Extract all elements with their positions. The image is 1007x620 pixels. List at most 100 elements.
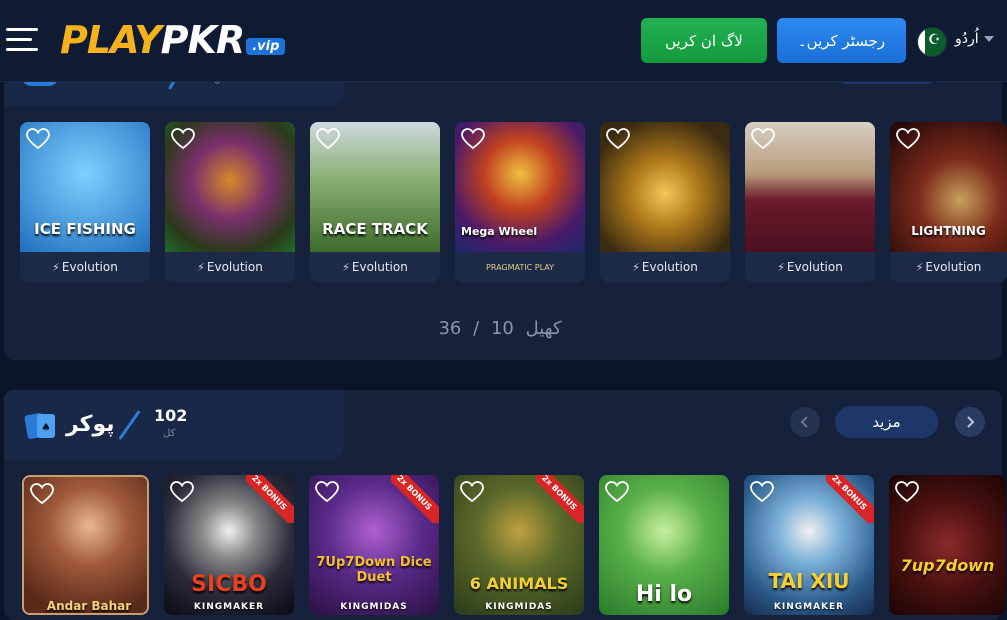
bonus-label: 2x BONUS [391,475,439,523]
next-button[interactable] [955,407,985,437]
heart-icon[interactable] [315,481,339,503]
provider-label: ⚡ Evolution [197,260,263,274]
language-selector[interactable]: اُردُو [955,31,979,47]
provider-label: PRAGMATIC PLAY [455,252,585,282]
game-card[interactable]: Hi lo [599,475,729,615]
provider-name: Evolution [925,260,982,274]
bonus-ribbon: 2x BONUS [246,475,294,523]
game-card[interactable]: ICE FISHING ⚡ Evolution [20,122,150,282]
game-card[interactable]: 2x BONUS TAI XIU KINGMAKER [744,475,874,615]
pager-separator: / [473,318,480,339]
game-thumbnail[interactable] [600,122,730,252]
bonus-label: 2x BONUS [826,475,874,523]
heart-icon[interactable] [750,481,774,503]
bonus-ribbon: 2x BONUS [391,475,439,523]
game-thumbnail[interactable]: 2x BONUS TAI XIU KINGMAKER [744,475,874,615]
menu-icon[interactable] [6,26,40,54]
game-thumbnail[interactable]: 2x BONUS SICBO KINGMAKER [164,475,294,615]
provider-name: Evolution [206,260,263,274]
game-title: Andar Bahar [46,599,132,613]
playing-cards-icon: ♠ [24,413,55,439]
pager-current: 10 [490,318,514,339]
brand-label: KINGMIDAS [340,602,408,612]
previous-button[interactable] [790,407,820,437]
game-title: SICBO [191,572,267,597]
game-card[interactable]: Andar Bahar [22,475,149,615]
heart-icon[interactable] [605,481,629,503]
game-card[interactable]: Mega Wheel PRAGMATIC PLAY [455,122,585,282]
game-title: LIGHTNING [911,224,986,238]
heart-icon[interactable] [895,481,919,503]
game-card[interactable]: RACE TRACK ⚡ Evolution [310,122,440,282]
game-title: TAI XIU [768,569,850,593]
game-title: RACE TRACK [322,220,428,238]
game-count: 102 [154,406,188,425]
brand-label: KINGMAKER [773,602,845,612]
heart-icon[interactable] [751,128,775,150]
site-logo[interactable]: PLAY PKR .vip [60,17,286,63]
logo-vip-badge: .vip [246,38,286,55]
provider-name: Evolution [351,260,408,274]
provider-label: ⚡ Evolution [777,260,843,274]
game-thumbnail[interactable]: 7up7down [889,475,1006,615]
game-title: 7up7down [900,556,995,575]
brand-label: KINGMIDAS [485,602,553,612]
pakistan-flag-icon[interactable]: ☪ [917,27,947,57]
heart-icon[interactable] [460,481,484,503]
provider-label: ⚡ Evolution [915,260,982,274]
heart-icon[interactable] [170,481,194,503]
game-thumbnail[interactable]: 2x BONUS 6 ANIMALS KINGMIDAS [454,475,584,615]
pager-label: کھیل [525,318,562,339]
provider-label: ⚡ Evolution [342,260,408,274]
bonus-label: 2x BONUS [536,475,584,523]
heart-icon[interactable] [896,128,920,150]
provider-label: ⚡ Evolution [632,260,698,274]
chevron-right-icon [967,416,975,428]
provider-name: Evolution [61,260,118,274]
game-title: ICE FISHING [34,220,136,238]
heart-icon[interactable] [316,128,340,150]
chevron-left-icon [800,416,808,428]
logo-pkr-text: PKR [160,18,246,62]
bonus-ribbon: 2x BONUS [826,475,874,523]
heart-icon[interactable] [606,128,630,150]
game-title: Hi lo [635,582,693,607]
game-title: 6 ANIMALS [469,574,569,593]
heart-icon[interactable] [461,128,485,150]
game-thumbnail[interactable]: RACE TRACK [310,122,440,252]
section-title: پوکر [66,412,115,437]
game-thumbnail[interactable] [165,122,295,252]
register-button[interactable]: رجسٹر کریں۔ [777,18,906,63]
game-card[interactable]: ⚡ Evolution [600,122,730,282]
game-thumbnail[interactable]: LIGHTNING [890,122,1007,252]
game-thumbnail[interactable]: Andar Bahar [24,477,147,613]
game-thumbnail[interactable] [745,122,875,252]
heart-icon[interactable] [171,128,195,150]
provider-name: PRAGMATIC PLAY [486,262,554,272]
provider-name: Evolution [786,260,843,274]
heart-icon[interactable] [30,483,54,505]
game-card[interactable]: 2x BONUS 6 ANIMALS KINGMIDAS [454,475,584,615]
divider-slash [118,410,141,440]
game-card[interactable]: 2x BONUS SICBO KINGMAKER [164,475,294,615]
pager: 36 / 10 کھیل [4,318,1002,339]
game-card[interactable]: LIGHTNING ⚡ Evolution [890,122,1007,282]
heart-icon[interactable] [26,128,50,150]
svg-text:♠: ♠ [41,421,51,434]
chevron-down-icon[interactable] [984,36,994,42]
logo-play-text: PLAY [60,18,162,62]
game-card[interactable]: ⚡ Evolution [165,122,295,282]
game-card[interactable]: ⚡ Evolution [745,122,875,282]
game-card[interactable]: 2x BONUS 7Up7Down Dice Duet KINGMIDAS [309,475,439,615]
game-card[interactable]: 7up7down [889,475,1006,615]
login-button[interactable]: لاگ ان کریں [641,18,767,63]
poker-games-row: Andar Bahar 2x BONUS SICBO KINGMAKER 2x … [22,475,1006,615]
live-games-row: ICE FISHING ⚡ Evolution ⚡ Evolution RACE T… [20,122,1007,282]
total-label: کل [163,428,176,439]
game-thumbnail[interactable]: ICE FISHING [20,122,150,252]
game-thumbnail[interactable]: 2x BONUS 7Up7Down Dice Duet KINGMIDAS [309,475,439,615]
game-title: 7Up7Down Dice Duet [316,555,432,585]
game-thumbnail[interactable]: Mega Wheel [455,122,585,252]
more-button[interactable]: مزید [835,406,938,438]
game-thumbnail[interactable]: Hi lo [599,475,729,615]
